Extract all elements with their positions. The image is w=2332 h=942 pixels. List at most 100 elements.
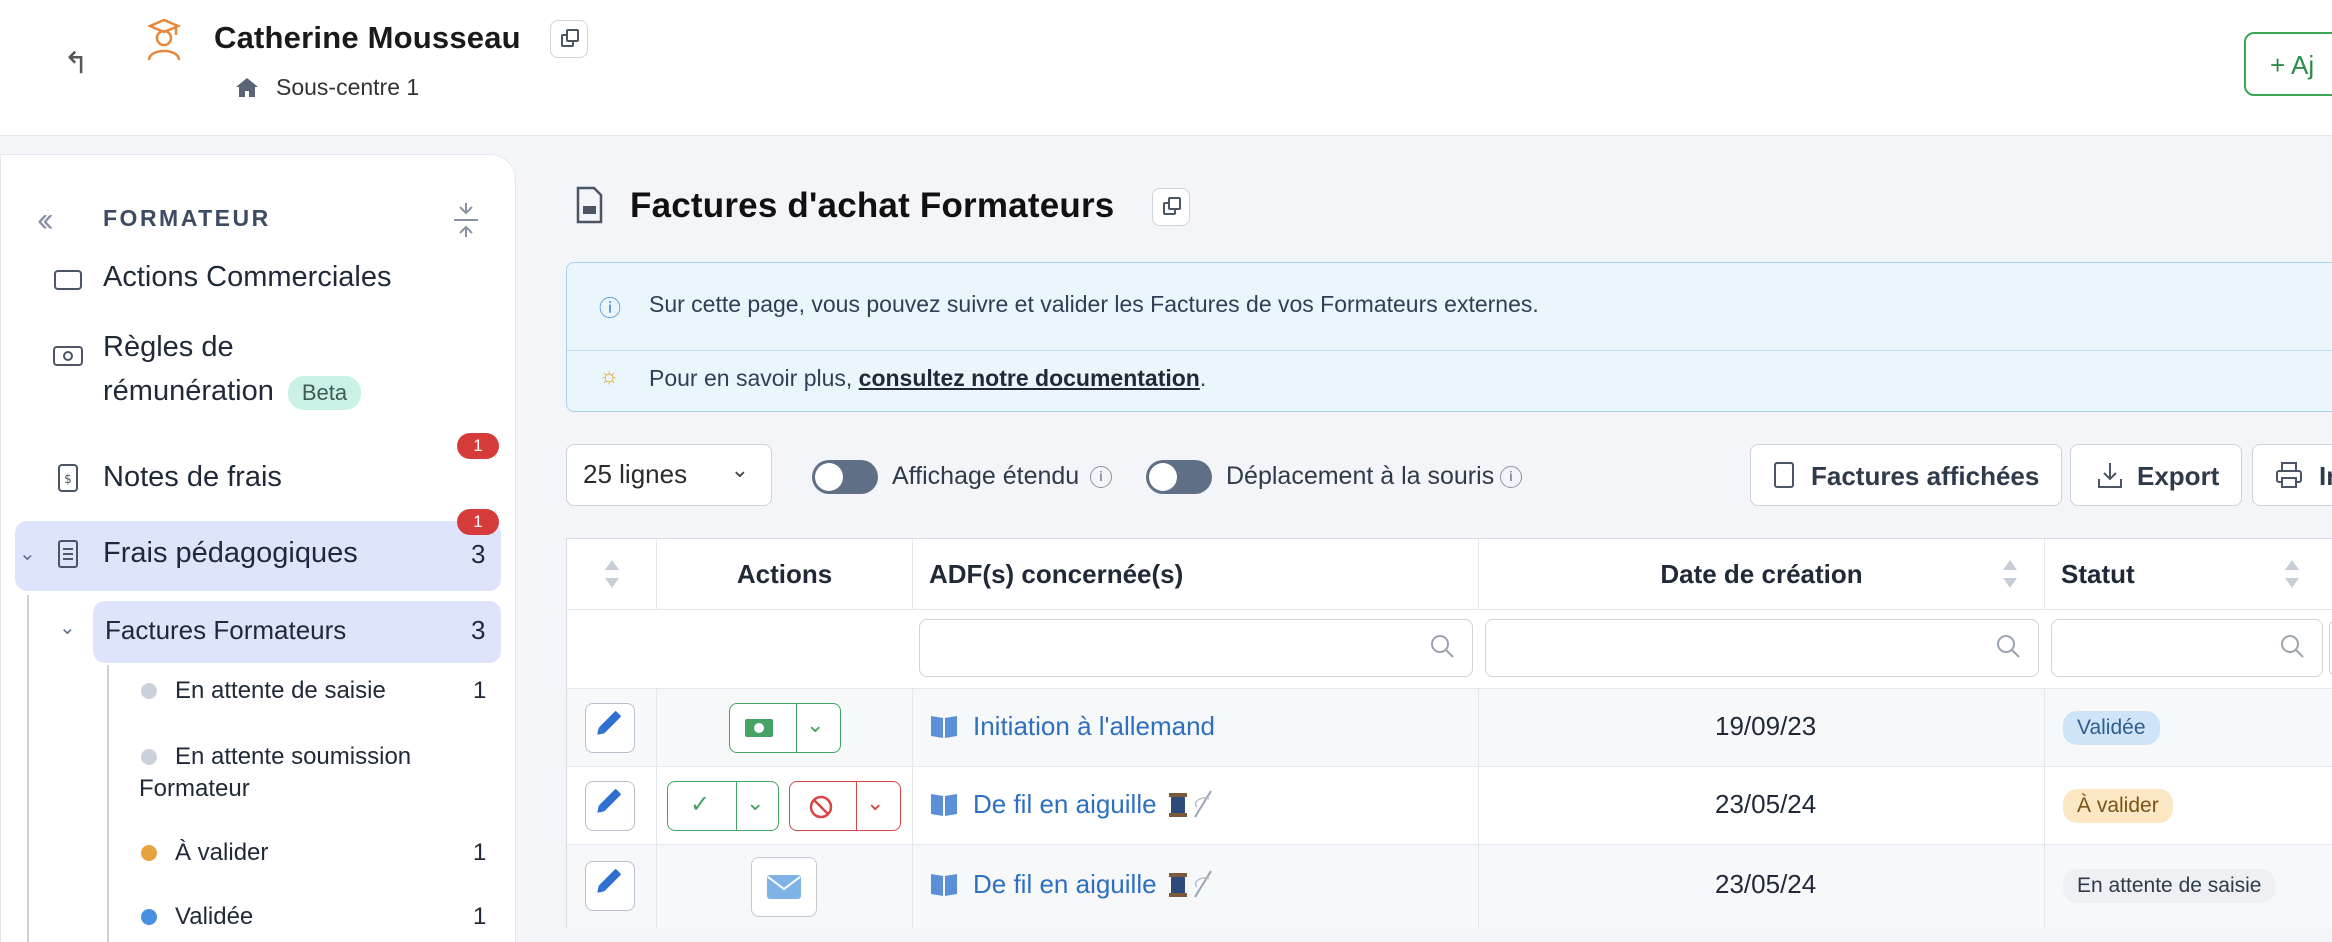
subitem-en-attente-saisie[interactable]: En attente de saisie xyxy=(175,677,386,705)
date-filter-input[interactable] xyxy=(1485,619,2039,677)
sidebar-item-label: Notes de frais xyxy=(103,461,282,493)
lightbulb-icon: ☼ xyxy=(599,363,620,388)
invoice-icon xyxy=(1774,462,1794,488)
pencil-icon xyxy=(598,788,622,812)
export-button[interactable]: Export xyxy=(2070,444,2242,506)
sidebar-item-label: Frais pédagogiques xyxy=(103,537,358,569)
pencil-icon xyxy=(598,868,622,892)
print-button[interactable]: In xyxy=(2252,444,2332,506)
edit-button[interactable] xyxy=(585,861,635,911)
creation-date: 23/05/24 xyxy=(1715,789,1817,819)
status-badge: En attente de saisie xyxy=(2063,869,2276,903)
add-button[interactable]: + Aj xyxy=(2244,32,2332,96)
collapse-vertical-icon[interactable] xyxy=(451,203,481,237)
info-icon[interactable]: i xyxy=(1500,466,1522,488)
invoices-table: Actions ADF(s) concernée(s) Date de créa… xyxy=(566,538,2332,929)
creation-date: 19/09/23 xyxy=(1715,711,1817,741)
status-dot xyxy=(141,909,157,925)
header-date-creation[interactable]: Date de création xyxy=(1479,539,2045,609)
sort-icon xyxy=(2285,560,2299,588)
send-email-button[interactable] xyxy=(751,857,817,917)
status-badge: Validée xyxy=(2063,711,2160,745)
toggle-label: Déplacement à la souris xyxy=(1226,462,1495,490)
notification-badge: 1 xyxy=(457,433,499,459)
info-icon[interactable]: i xyxy=(1090,466,1112,488)
chevron-down-icon[interactable]: ⌄ xyxy=(19,541,36,566)
money-icon[interactable] xyxy=(744,718,774,738)
status-dot xyxy=(141,683,157,699)
sidebar-item-label: Factures Formateurs xyxy=(105,615,347,645)
header-actions: Actions xyxy=(657,539,913,609)
item-count: 1 xyxy=(473,839,487,866)
rows-select-value: 25 lignes xyxy=(583,459,688,489)
adf-name: Initiation à l'allemand xyxy=(973,711,1215,741)
table-row: ✓ ⌄ ⌄ De fil en aiguille 23/05/24 À vali… xyxy=(567,767,2332,845)
home-icon xyxy=(236,78,258,97)
payment-action-group: ⌄ xyxy=(729,703,841,753)
extended-display-toggle[interactable] xyxy=(812,460,878,494)
header-sort-column[interactable] xyxy=(567,539,657,609)
forbidden-icon[interactable] xyxy=(808,794,834,820)
search-icon xyxy=(1431,635,1454,658)
reject-action-group: ⌄ xyxy=(789,781,901,831)
header-adf[interactable]: ADF(s) concernée(s) xyxy=(913,539,1479,609)
table-row: De fil en aiguille 23/05/24 En attente d… xyxy=(567,845,2332,929)
info-doc-line: Pour en savoir plus, consultez notre doc… xyxy=(649,365,1207,391)
toggle-label: Affichage étendu xyxy=(892,462,1080,490)
mouse-move-toggle[interactable] xyxy=(1146,460,1212,494)
sidebar-title: FORMATEUR xyxy=(103,205,271,231)
item-count: 1 xyxy=(473,903,487,930)
envelope-icon xyxy=(767,875,801,899)
chevron-down-icon[interactable]: ⌄ xyxy=(866,790,884,816)
subitem-a-valider[interactable]: À valider xyxy=(175,839,268,867)
sub-centre-label: Sous-centre 1 xyxy=(276,74,420,100)
subitem-validee[interactable]: Validée xyxy=(175,903,253,931)
download-icon xyxy=(2098,463,2122,488)
documentation-link[interactable]: consultez notre documentation xyxy=(859,365,1200,391)
document-list-icon xyxy=(58,540,78,568)
item-count: 3 xyxy=(471,539,486,569)
item-count: 3 xyxy=(471,615,486,645)
money-icon xyxy=(53,346,83,366)
adf-link[interactable]: De fil en aiguille xyxy=(929,789,1215,820)
chevron-down-icon[interactable]: ⌄ xyxy=(59,615,76,640)
chevron-down-icon[interactable]: ⌄ xyxy=(746,790,764,816)
thread-needle-icon xyxy=(1168,790,1212,818)
notification-badge: 1 xyxy=(457,509,499,535)
adf-link[interactable]: De fil en aiguille xyxy=(929,869,1215,900)
svg-text:$: $ xyxy=(64,472,72,486)
item-count: 1 xyxy=(473,677,487,704)
pencil-icon xyxy=(598,710,622,734)
document-icon xyxy=(576,186,603,224)
search-icon xyxy=(1997,635,2020,658)
copy-icon[interactable] xyxy=(1152,188,1190,226)
adf-name: De fil en aiguille xyxy=(973,789,1157,819)
factures-affichees-button[interactable]: Factures affichées xyxy=(1750,444,2062,506)
collapse-sidebar-icon[interactable]: ‹‹ xyxy=(37,201,53,240)
header-statut[interactable]: Statut xyxy=(2045,539,2332,609)
status-dot xyxy=(141,749,157,765)
table-row: ⌄ Initiation à l'allemand 19/09/23 Valid… xyxy=(567,689,2332,767)
info-text: Sur cette page, vous pouvez suivre et va… xyxy=(649,291,1539,317)
page-title: Factures d'achat Formateurs xyxy=(630,186,1115,225)
check-icon[interactable]: ✓ xyxy=(690,790,710,819)
copy-icon[interactable] xyxy=(550,20,588,58)
tree-line xyxy=(107,665,109,942)
status-badge: À valider xyxy=(2063,789,2173,823)
adf-filter-input[interactable] xyxy=(919,619,1473,677)
subitem-en-attente-soumission[interactable]: En attente soumission xyxy=(175,743,411,771)
top-header: ↰ Catherine Mousseau Sous-centre 1 + Aj xyxy=(0,0,2332,136)
info-icon: ⓘ xyxy=(599,296,622,321)
chevron-down-icon[interactable]: ⌄ xyxy=(806,712,824,738)
edit-button[interactable] xyxy=(585,703,635,753)
status-dot xyxy=(141,845,157,861)
folder-icon xyxy=(54,270,82,290)
chevron-down-icon: ⌄ xyxy=(730,457,749,482)
rows-per-page-select[interactable]: 25 lignes ⌄ xyxy=(566,444,772,506)
adf-link[interactable]: Initiation à l'allemand xyxy=(929,711,1215,742)
edit-button[interactable] xyxy=(585,781,635,831)
back-arrow-icon[interactable]: ↰ xyxy=(56,44,96,84)
creation-date: 23/05/24 xyxy=(1715,869,1817,899)
status-filter-input[interactable] xyxy=(2051,619,2323,677)
book-icon xyxy=(931,794,957,816)
